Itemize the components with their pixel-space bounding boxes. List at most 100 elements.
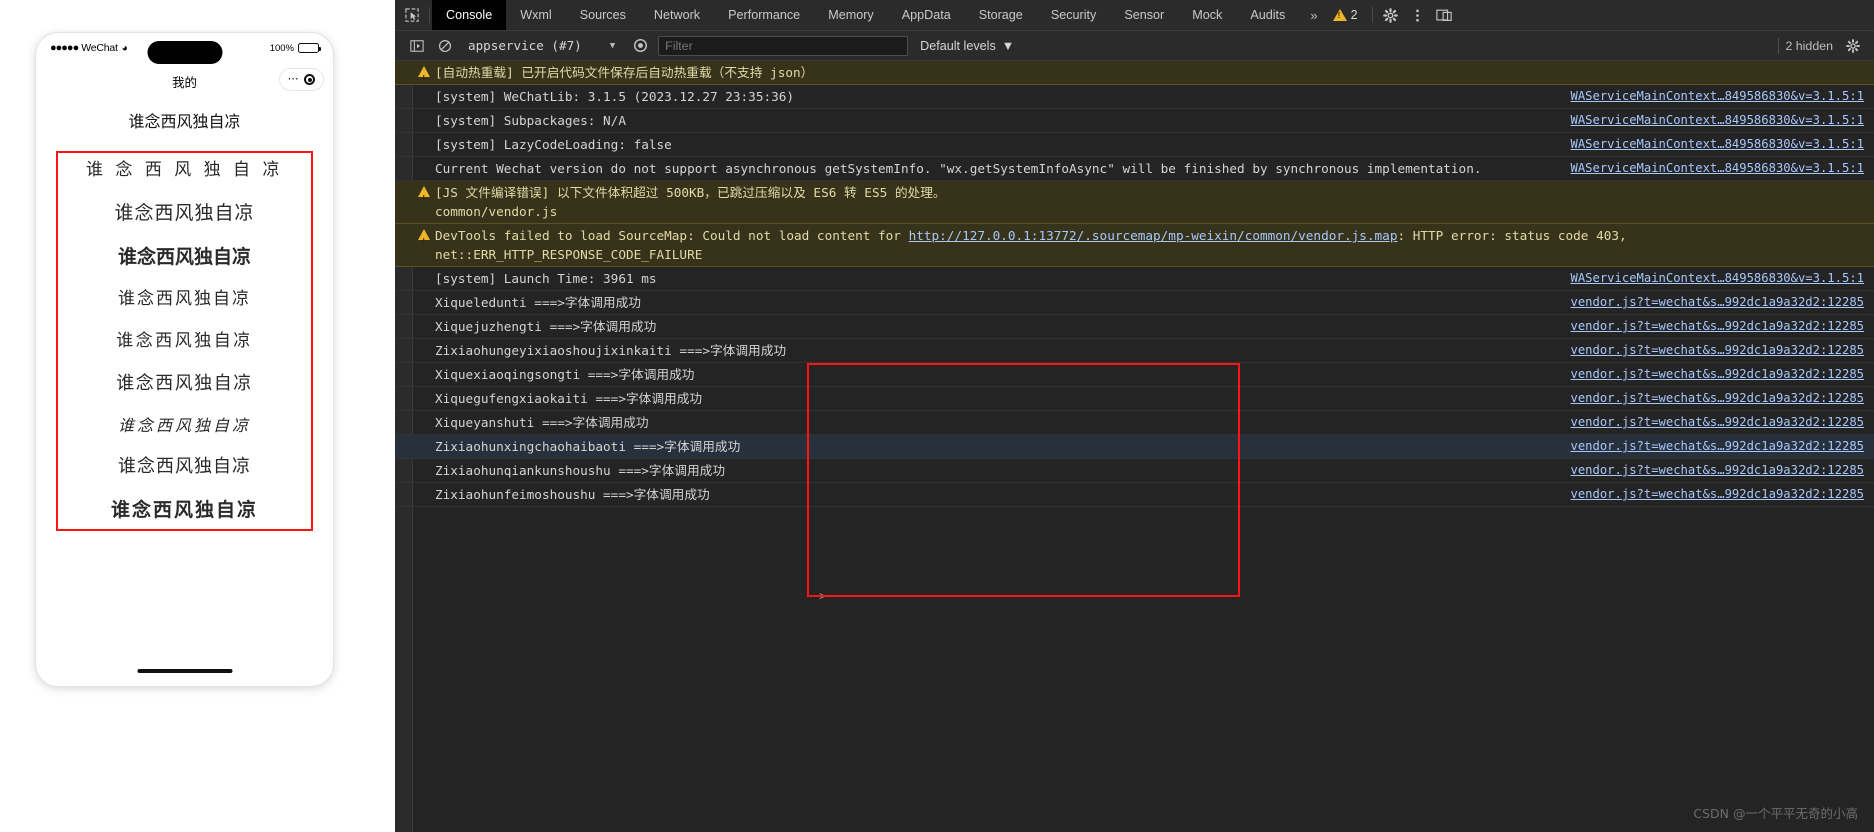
tab-sources[interactable]: Sources xyxy=(566,0,640,30)
font-sample-line: 谁念西风独自凉 xyxy=(118,289,251,310)
console-log-row[interactable]: [system] WeChatLib: 3.1.5 (2023.12.27 23… xyxy=(395,85,1874,109)
more-tabs-icon[interactable]: » xyxy=(1299,0,1328,30)
sourcemap-url-link[interactable]: http://127.0.0.1:13772/.sourcemap/mp-wei… xyxy=(909,228,1398,243)
tab-memory[interactable]: Memory xyxy=(814,0,887,30)
console-log-row[interactable]: Zixiaohunxingchaohaibaoti ===>字体调用成功 vend… xyxy=(395,435,1874,459)
console-log-text: [自动热重载] 已开启代码文件保存后自动热重载（不支持 json） xyxy=(435,65,814,80)
console-source-link[interactable]: WAServiceMainContext…849586830&v=3.1.5:1 xyxy=(1571,111,1874,130)
wifi-icon: ◕ xyxy=(121,42,128,54)
font-sample-line: 谁念西风独自凉 xyxy=(117,245,251,268)
log-level-selector[interactable]: Default levels ▼ xyxy=(920,39,1014,53)
gear-icon[interactable] xyxy=(1377,0,1404,30)
console-prompt[interactable]: > xyxy=(819,589,826,603)
log-level-spacer xyxy=(413,317,435,320)
console-message-list[interactable]: [自动热重载] 已开启代码文件保存后自动热重载（不支持 json） [system… xyxy=(395,61,1874,832)
battery-percent-label: 100% xyxy=(269,42,294,54)
console-log-row[interactable]: Zixiaohunqiankunshoushu ===>字体调用成功 vendor… xyxy=(395,459,1874,483)
console-log-row[interactable]: Xiquexiaoqingsongti ===>字体调用成功 vendor.js?… xyxy=(395,363,1874,387)
console-log-text: DevTools failed to load SourceMap: Could… xyxy=(435,228,1635,262)
tab-network[interactable]: Network xyxy=(640,0,714,30)
console-log-row[interactable]: Xiquegufengxiaokaiti ===>字体调用成功 vendor.js… xyxy=(395,387,1874,411)
page-title: 我的 xyxy=(171,75,197,90)
console-log-row[interactable]: Xiquejuzhengti ===>字体调用成功 vendor.js?t=wec… xyxy=(395,315,1874,339)
console-source-link[interactable]: WAServiceMainContext…849586830&v=3.1.5:1 xyxy=(1571,135,1874,154)
console-log-row[interactable]: [自动热重载] 已开启代码文件保存后自动热重载（不支持 json） xyxy=(395,61,1874,87)
console-toolbar: appservice (#7) ▼ Default levels ▼ 2 hid… xyxy=(395,31,1874,61)
console-log-text: Zixiaohunfeimoshoushu ===>字体调用成功 xyxy=(435,487,710,502)
signal-dots-icon: ●●●●● xyxy=(50,42,79,54)
phone-nav-bar: 我的 ⋯ xyxy=(36,63,333,99)
battery-icon xyxy=(298,42,321,54)
log-level-spacer xyxy=(413,461,435,464)
toolbar-divider xyxy=(1371,7,1373,23)
console-log-row[interactable]: Current Wechat version do not support as… xyxy=(395,157,1874,181)
console-source-link[interactable]: vendor.js?t=wechat&s…992dc1a9a32d2:12285 xyxy=(1571,341,1874,360)
console-source-link[interactable]: vendor.js?t=wechat&s…992dc1a9a32d2:12285 xyxy=(1571,461,1874,480)
tab-sensor[interactable]: Sensor xyxy=(1110,0,1178,30)
log-level-spacer xyxy=(413,413,435,416)
tab-appdata[interactable]: AppData xyxy=(888,0,965,30)
font-sample-line: 谁念西风独自凉 xyxy=(116,372,253,394)
status-bar-right: 100% xyxy=(269,42,321,54)
log-level-spacer xyxy=(413,365,435,368)
console-log-text: [system] Subpackages: N/A xyxy=(435,113,626,128)
log-level-spacer xyxy=(413,87,435,90)
console-source-link[interactable]: vendor.js?t=wechat&s…992dc1a9a32d2:12285 xyxy=(1571,293,1874,312)
console-log-row[interactable]: [system] Launch Time: 3961 ms WAServiceMa… xyxy=(395,267,1874,291)
console-log-text: [system] WeChatLib: 3.1.5 (2023.12.27 23… xyxy=(435,89,795,104)
wechat-capsule-button[interactable]: ⋯ xyxy=(279,68,324,91)
target-circle-icon[interactable] xyxy=(304,74,316,85)
console-source-link[interactable]: WAServiceMainContext…849586830&v=3.1.5:1 xyxy=(1571,269,1874,288)
console-source-link[interactable]: vendor.js?t=wechat&s…992dc1a9a32d2:12285 xyxy=(1571,437,1874,456)
phone-status-bar: ●●●●● WeChat ◕ 100% xyxy=(36,33,333,64)
clear-console-icon[interactable] xyxy=(431,31,459,61)
console-source-link[interactable]: WAServiceMainContext…849586830&v=3.1.5:1 xyxy=(1571,87,1874,106)
font-sample-line: 谁念西风独自凉 xyxy=(114,201,255,224)
tab-storage[interactable]: Storage xyxy=(965,0,1037,30)
inspect-cursor-icon[interactable] xyxy=(395,0,429,30)
tab-security[interactable]: Security xyxy=(1037,0,1111,30)
console-source-link[interactable]: vendor.js?t=wechat&s…992dc1a9a32d2:12285 xyxy=(1571,413,1874,432)
console-settings-icon[interactable] xyxy=(1839,38,1866,53)
console-log-text: Zixiaohungeyixiaoshoujixinkaiti ===>字体调用… xyxy=(435,343,787,358)
console-log-text: Xiqueyanshuti ===>字体调用成功 xyxy=(435,415,649,430)
console-log-row[interactable]: [system] LazyCodeLoading: false WAService… xyxy=(395,133,1874,157)
console-log-row[interactable]: [system] Subpackages: N/A WAServiceMainCo… xyxy=(395,109,1874,133)
console-log-row[interactable]: [JS 文件编译错误] 以下文件体积超过 500KB，已跳过压缩以及 ES6 转… xyxy=(395,181,1874,224)
log-level-spacer xyxy=(413,269,435,272)
warning-badge[interactable]: 2 xyxy=(1329,0,1368,30)
more-dots-icon[interactable]: ⋯ xyxy=(288,74,300,85)
carrier-label: WeChat xyxy=(81,42,118,54)
tab-performance[interactable]: Performance xyxy=(714,0,814,30)
more-vertical-icon[interactable] xyxy=(1404,0,1431,30)
tab-audits[interactable]: Audits xyxy=(1236,0,1299,30)
log-level-spacer xyxy=(413,437,435,440)
log-level-spacer xyxy=(413,485,435,488)
live-expression-icon[interactable] xyxy=(626,31,654,61)
console-source-link[interactable]: vendor.js?t=wechat&s…992dc1a9a32d2:12285 xyxy=(1571,365,1874,384)
tab-wxml[interactable]: Wxml xyxy=(506,0,565,30)
simulator-panel: ●●●●● WeChat ◕ 100% 我的 ⋯ 谁念西风独自凉 谁 念 西 风… xyxy=(0,0,395,832)
watermark-label: CSDN @一个平平无奇的小高 xyxy=(1693,806,1858,821)
search-input[interactable] xyxy=(658,35,909,56)
console-source-link[interactable]: vendor.js?t=wechat&s…992dc1a9a32d2:12285 xyxy=(1571,485,1874,504)
console-log-row[interactable]: Xiqueledunti ===>字体调用成功 vendor.js?t=wecha… xyxy=(395,291,1874,315)
console-log-row[interactable]: Xiqueyanshuti ===>字体调用成功 vendor.js?t=wech… xyxy=(395,411,1874,435)
context-selector[interactable]: appservice (#7) ▼ xyxy=(462,38,623,53)
console-log-text: [system] LazyCodeLoading: false xyxy=(435,137,672,152)
console-log-text: Current Wechat version do not support as… xyxy=(435,161,1482,176)
dock-panel-icon[interactable] xyxy=(1431,0,1458,30)
log-level-spacer xyxy=(413,341,435,344)
tab-console[interactable]: Console xyxy=(432,0,507,30)
tab-mock[interactable]: Mock xyxy=(1178,0,1236,30)
warning-count-label: 2 xyxy=(1350,8,1358,22)
console-sidebar-icon[interactable] xyxy=(403,31,431,61)
devtools-panel: Console Wxml Sources Network Performance… xyxy=(395,0,1874,832)
console-source-link[interactable]: vendor.js?t=wechat&s…992dc1a9a32d2:12285 xyxy=(1571,389,1874,408)
console-source-link[interactable]: WAServiceMainContext…849586830&v=3.1.5:1 xyxy=(1571,159,1874,178)
console-source-link[interactable]: vendor.js?t=wechat&s…992dc1a9a32d2:12285 xyxy=(1571,317,1874,336)
console-log-text: Zixiaohunxingchaohaibaoti ===>字体调用成功 xyxy=(435,439,741,454)
console-log-row[interactable]: DevTools failed to load SourceMap: Could… xyxy=(395,224,1874,267)
console-log-row[interactable]: Zixiaohungeyixiaoshoujixinkaiti ===>字体调用… xyxy=(395,339,1874,363)
console-log-row[interactable]: Zixiaohunfeimoshoushu ===>字体调用成功 vendor.j… xyxy=(395,483,1874,507)
